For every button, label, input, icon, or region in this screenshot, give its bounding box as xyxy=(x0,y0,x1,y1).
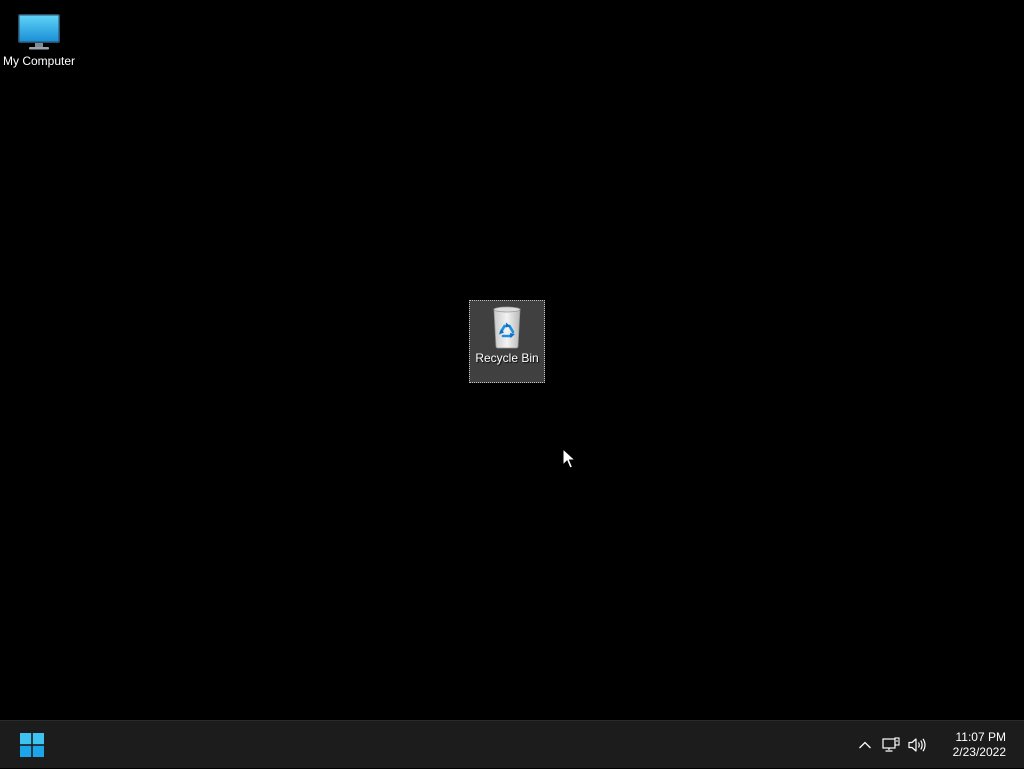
speaker-icon xyxy=(908,738,926,752)
chevron-up-icon xyxy=(859,741,871,749)
show-hidden-icons-button[interactable] xyxy=(852,730,878,760)
desktop-icon-my-computer[interactable]: My Computer xyxy=(1,8,77,78)
desktop-icon-label: Recycle Bin xyxy=(475,351,539,365)
recycle-bin-icon xyxy=(493,306,521,349)
taskbar-clock[interactable]: 11:07 PM 2/23/2022 xyxy=(930,730,1024,760)
network-icon xyxy=(882,737,900,752)
mouse-cursor-icon xyxy=(562,448,576,469)
volume-button[interactable] xyxy=(904,730,930,760)
start-button[interactable] xyxy=(16,730,48,760)
desktop-icon-label: My Computer xyxy=(2,54,76,68)
network-button[interactable] xyxy=(878,730,904,760)
taskbar: 11:07 PM 2/23/2022 xyxy=(0,720,1024,768)
desktop-icon-recycle-bin[interactable]: Recycle Bin xyxy=(469,300,545,383)
system-tray: 11:07 PM 2/23/2022 xyxy=(852,721,1024,769)
monitor-icon xyxy=(18,14,60,50)
windows-logo-icon xyxy=(20,733,44,757)
desktop[interactable]: My Computer Recycle Bin xyxy=(0,0,1024,720)
clock-date: 2/23/2022 xyxy=(952,745,1006,759)
clock-time: 11:07 PM xyxy=(955,730,1006,744)
